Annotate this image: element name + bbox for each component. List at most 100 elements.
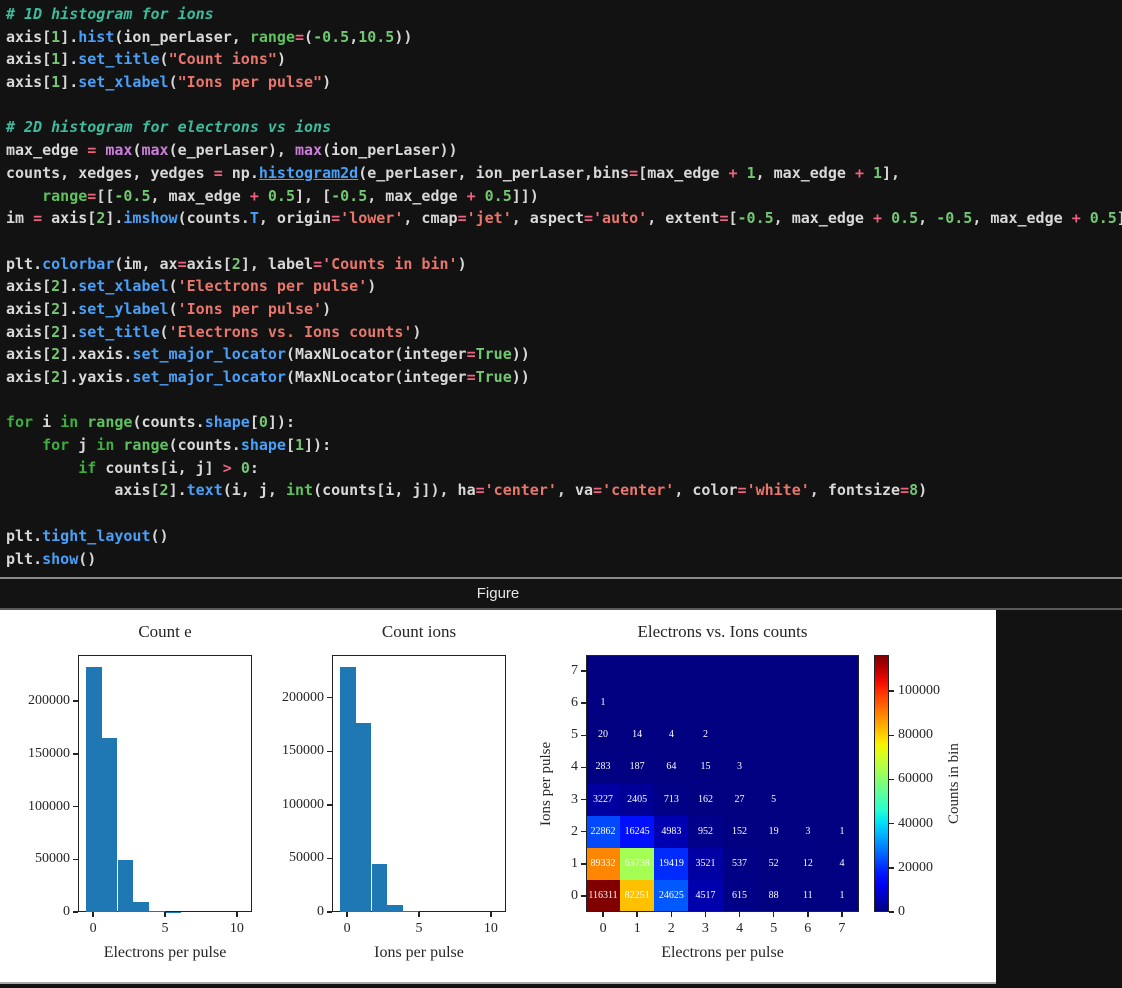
- code-token: , cmap: [403, 209, 457, 227]
- y-tick-label: 7: [554, 662, 578, 680]
- figure-window-titlebar[interactable]: Figure: [0, 579, 1122, 608]
- code-token: [: [250, 413, 259, 431]
- y-tick-mark: [327, 804, 332, 806]
- code-line: [6, 502, 1122, 525]
- y-tick-mark: [73, 859, 78, 861]
- code-token: 'white': [747, 481, 810, 499]
- code-token: (MaxNLocator(integer: [286, 368, 467, 386]
- code-token: +: [855, 164, 864, 182]
- code-token: =: [467, 345, 476, 363]
- y-tick-mark: [327, 911, 332, 913]
- code-token: ], label: [241, 255, 313, 273]
- code-token: [78, 413, 87, 431]
- code-token: [882, 209, 891, 227]
- code-line: axis[2].set_title('Electrons vs. Ions co…: [6, 321, 1122, 344]
- histogram-bar: [356, 723, 372, 912]
- code-token: (ion_perLaser,: [114, 28, 249, 46]
- code-token: (MaxNLocator(integer: [286, 345, 467, 363]
- code-token: ].xaxis.: [60, 345, 132, 363]
- code-token: plt.: [6, 527, 42, 545]
- code-token: -0.5: [114, 187, 150, 205]
- code-token: (: [160, 323, 169, 341]
- code-token: ].yaxis.: [60, 368, 132, 386]
- plot-title: Electrons vs. Ions counts: [583, 622, 863, 642]
- code-token: axis[: [6, 73, 51, 91]
- colorbar-tick-mark: [889, 867, 894, 869]
- code-token: 'center': [485, 481, 557, 499]
- code-token: imshow: [123, 209, 177, 227]
- code-token: ,: [918, 209, 936, 227]
- x-tick-mark: [671, 912, 673, 917]
- code-token: , max_edge: [151, 187, 250, 205]
- code-token: 'lower': [340, 209, 403, 227]
- x-tick-label: 0: [73, 920, 113, 938]
- code-line: axis[2].xaxis.set_major_locator(MaxNLoca…: [6, 343, 1122, 366]
- code-token: 0.5: [1090, 209, 1117, 227]
- y-tick-mark: [327, 858, 332, 860]
- code-token: =: [331, 209, 340, 227]
- code-token: max: [105, 141, 132, 159]
- code-token: (counts.: [169, 436, 241, 454]
- code-token: ): [412, 323, 421, 341]
- code-token: [6, 459, 78, 477]
- code-token: >: [223, 459, 232, 477]
- code-token: axis[: [6, 300, 51, 318]
- y-tick-mark: [73, 753, 78, 755]
- y-tick-label: 0: [247, 903, 324, 921]
- code-line: axis[1].set_title("Count ions"): [6, 48, 1122, 71]
- code-token: for: [6, 413, 33, 431]
- x-tick-label: 5: [399, 920, 439, 938]
- code-token: 1: [873, 164, 882, 182]
- code-token: -0.5: [738, 209, 774, 227]
- code-token: [6, 187, 42, 205]
- code-token: ]): [1117, 209, 1122, 227]
- code-token: -0.5: [313, 28, 349, 46]
- x-tick-mark: [807, 912, 809, 917]
- code-token: (im, ax: [114, 255, 177, 273]
- code-line: plt.colorbar(im, ax=axis[2], label='Coun…: [6, 253, 1122, 276]
- code-line: [6, 230, 1122, 253]
- code-token: =: [900, 481, 909, 499]
- code-token: # 2D histogram for electrons vs ions: [6, 118, 331, 136]
- code-token: (: [304, 28, 313, 46]
- code-token: (): [151, 527, 169, 545]
- code-token: axis[: [6, 345, 51, 363]
- code-token: [476, 187, 485, 205]
- code-token: [232, 459, 241, 477]
- y-tick-label: 1: [554, 855, 578, 873]
- colorbar-tick-mark: [889, 735, 894, 737]
- code-token: in: [96, 436, 114, 454]
- code-token: axis[: [187, 255, 232, 273]
- y-tick-label: 50000: [247, 849, 324, 867]
- code-token: ): [918, 481, 927, 499]
- y-tick-label: 50000: [0, 850, 70, 868]
- plot-title: Count e: [55, 622, 275, 642]
- y-tick-mark: [581, 735, 586, 737]
- code-token: T: [250, 209, 259, 227]
- y-tick-mark: [581, 863, 586, 865]
- code-token: 2: [160, 481, 169, 499]
- y-tick-mark: [73, 806, 78, 808]
- code-token: axis[: [6, 323, 51, 341]
- code-token: 1: [51, 50, 60, 68]
- code-token: max: [141, 141, 168, 159]
- code-token: =: [738, 481, 747, 499]
- code-token: )): [512, 345, 530, 363]
- code-editor[interactable]: # 1D histogram for ionsaxis[1].hist(ion_…: [0, 0, 1122, 577]
- x-tick-mark: [636, 912, 638, 917]
- code-token: -0.5: [331, 187, 367, 205]
- code-token: , aspect: [512, 209, 584, 227]
- code-token: histogram2d: [259, 164, 358, 182]
- y-tick-mark: [581, 831, 586, 833]
- code-token: (i, j,: [223, 481, 286, 499]
- code-token: -0.5: [936, 209, 972, 227]
- code-token: ): [367, 277, 376, 295]
- code-token: 'auto': [593, 209, 647, 227]
- code-token: , va: [557, 481, 593, 499]
- code-token: ].: [169, 481, 187, 499]
- code-token: 2: [232, 255, 241, 273]
- code-line: axis[1].hist(ion_perLaser, range=(-0.5,1…: [6, 26, 1122, 49]
- code-token: 0.5: [891, 209, 918, 227]
- code-token: range: [87, 413, 132, 431]
- colorbar-tick-mark: [889, 779, 894, 781]
